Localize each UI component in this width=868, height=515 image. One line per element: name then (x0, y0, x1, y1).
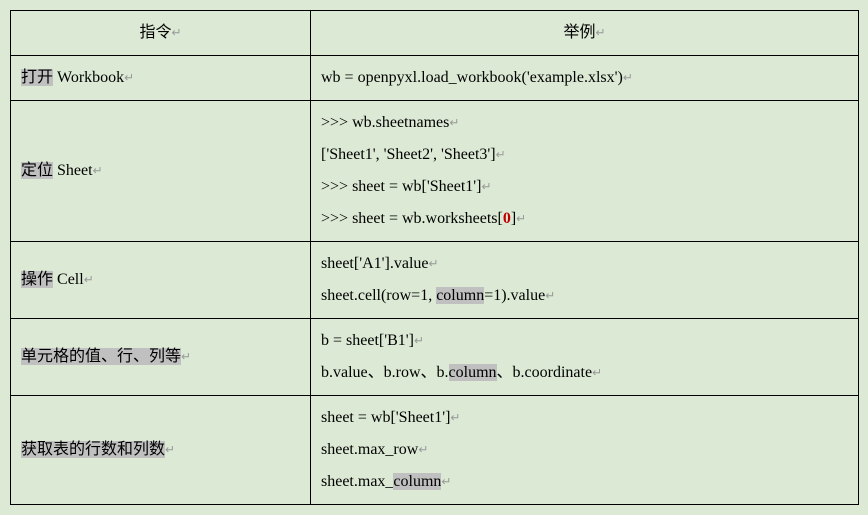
example-cell-text: sheet.max_ (321, 473, 393, 490)
command-cell-text: 定位 (21, 162, 53, 179)
command-cell-text: 操作 (21, 271, 53, 288)
table-row: 单元格的值、行、列等↵b = sheet['B1']↵b.value、b.row… (11, 319, 859, 396)
example-cell-text: sheet.max_row (321, 441, 418, 458)
example-cell: sheet = wb['Sheet1']↵sheet.max_row↵sheet… (311, 396, 859, 505)
reference-table: 指令↵ 举例↵ 打开 Workbook↵wb = openpyxl.load_w… (10, 10, 859, 505)
example-cell-line: sheet.cell(row=1, column=1).value↵ (321, 280, 848, 312)
return-icon: ↵ (165, 443, 175, 457)
command-cell-line: 操作 Cell↵ (21, 264, 300, 296)
example-cell-line: >>> sheet = wb['Sheet1']↵ (321, 171, 848, 203)
example-cell-text: >>> sheet = wb['Sheet1'] (321, 178, 482, 195)
return-icon: ↵ (623, 71, 633, 85)
command-cell: 定位 Sheet↵ (11, 101, 311, 242)
command-cell: 操作 Cell↵ (11, 242, 311, 319)
command-cell-line: 单元格的值、行、列等↵ (21, 341, 300, 373)
return-icon: ↵ (449, 116, 459, 130)
example-cell-text: 0 (503, 210, 511, 227)
return-icon: ↵ (414, 334, 424, 348)
return-icon: ↵ (592, 366, 602, 380)
example-cell-line: sheet.max_row↵ (321, 434, 848, 466)
example-cell-line: sheet.max_column↵ (321, 466, 848, 498)
example-cell-text: b.value、b.row、b. (321, 364, 449, 381)
example-cell: >>> wb.sheetnames↵['Sheet1', 'Sheet2', '… (311, 101, 859, 242)
return-icon: ↵ (84, 273, 94, 287)
example-cell-text: column (393, 473, 441, 490)
command-cell: 获取表的行数和列数↵ (11, 396, 311, 505)
return-icon: ↵ (496, 148, 506, 162)
command-cell: 打开 Workbook↵ (11, 56, 311, 101)
command-cell-line: 打开 Workbook↵ (21, 62, 300, 94)
example-cell-line: >>> wb.sheetnames↵ (321, 107, 848, 139)
command-cell: 单元格的值、行、列等↵ (11, 319, 311, 396)
header-example: 举例↵ (311, 11, 859, 56)
example-cell-text: >>> sheet = wb.worksheets[ (321, 210, 503, 227)
example-cell-text: column (436, 287, 484, 304)
example-cell-text: 、b.coordinate (497, 364, 593, 381)
command-cell-text: 获取表的行数和列数 (21, 441, 165, 458)
example-cell-line: wb = openpyxl.load_workbook('example.xls… (321, 62, 848, 94)
example-cell-text: sheet = wb['Sheet1'] (321, 409, 450, 426)
command-cell-line: 获取表的行数和列数↵ (21, 434, 300, 466)
example-cell-text: sheet['A1'].value (321, 255, 429, 272)
command-cell-line: 定位 Sheet↵ (21, 155, 300, 187)
return-icon: ↵ (595, 26, 605, 40)
table-row: 打开 Workbook↵wb = openpyxl.load_workbook(… (11, 56, 859, 101)
return-icon: ↵ (441, 475, 451, 489)
example-cell-text: column (449, 364, 497, 381)
return-icon: ↵ (482, 180, 492, 194)
example-cell-line: b.value、b.row、b.column、b.coordinate↵ (321, 357, 848, 389)
table-row: 获取表的行数和列数↵sheet = wb['Sheet1']↵sheet.max… (11, 396, 859, 505)
return-icon: ↵ (429, 257, 439, 271)
header-example-text: 举例 (563, 24, 595, 41)
example-cell-line: sheet['A1'].value↵ (321, 248, 848, 280)
table-row: 定位 Sheet↵>>> wb.sheetnames↵['Sheet1', 'S… (11, 101, 859, 242)
example-cell-text: sheet.cell(row=1, (321, 287, 436, 304)
header-command: 指令↵ (11, 11, 311, 56)
return-icon: ↵ (545, 289, 555, 303)
header-command-text: 指令 (139, 24, 171, 41)
return-icon: ↵ (93, 164, 103, 178)
example-cell-line: ['Sheet1', 'Sheet2', 'Sheet3']↵ (321, 139, 848, 171)
return-icon: ↵ (181, 350, 191, 364)
example-cell-text: =1).value (484, 287, 545, 304)
example-cell-text: ['Sheet1', 'Sheet2', 'Sheet3'] (321, 146, 496, 163)
example-cell-line: b = sheet['B1']↵ (321, 325, 848, 357)
table-body: 打开 Workbook↵wb = openpyxl.load_workbook(… (11, 56, 859, 505)
table-row: 操作 Cell↵sheet['A1'].value↵sheet.cell(row… (11, 242, 859, 319)
command-cell-text: 打开 (21, 69, 53, 86)
command-cell-text: 单元格的值、行、列等 (21, 348, 181, 365)
return-icon: ↵ (450, 411, 460, 425)
example-cell: wb = openpyxl.load_workbook('example.xls… (311, 56, 859, 101)
return-icon: ↵ (516, 212, 526, 226)
return-icon: ↵ (418, 443, 428, 457)
command-cell-text: Workbook (53, 69, 124, 86)
return-icon: ↵ (171, 26, 181, 40)
example-cell-line: sheet = wb['Sheet1']↵ (321, 402, 848, 434)
command-cell-text: Sheet (53, 162, 93, 179)
example-cell: b = sheet['B1']↵b.value、b.row、b.column、b… (311, 319, 859, 396)
command-cell-text: Cell (53, 271, 84, 288)
example-cell-text: >>> wb.sheetnames (321, 114, 449, 131)
example-cell: sheet['A1'].value↵sheet.cell(row=1, colu… (311, 242, 859, 319)
example-cell-text: wb = openpyxl.load_workbook('example.xls… (321, 69, 623, 86)
example-cell-line: >>> sheet = wb.worksheets[0]↵ (321, 203, 848, 235)
example-cell-text: b = sheet['B1'] (321, 332, 414, 349)
return-icon: ↵ (124, 71, 134, 85)
